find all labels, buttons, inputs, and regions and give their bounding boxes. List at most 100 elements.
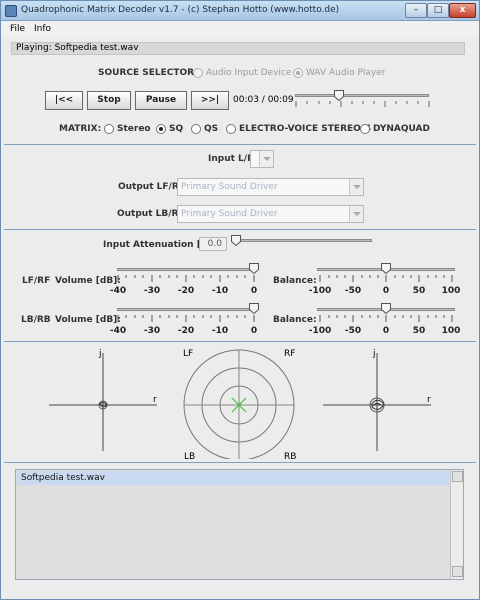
lf-rf-volume-track[interactable]	[117, 268, 257, 271]
vol-scale-label: -40	[109, 326, 127, 336]
right-scope-j-label: j	[373, 349, 376, 359]
menu-bar: File Info	[1, 21, 479, 38]
input-attenuation-thumb[interactable]	[231, 235, 241, 246]
radio-audio-input[interactable]	[193, 68, 203, 78]
scope-rf-label: RF	[284, 349, 296, 359]
chevron-down-icon	[259, 151, 273, 167]
lf-rf-balance-label: Balance:	[273, 276, 317, 286]
lb-rb-volume-ticks	[117, 315, 255, 322]
bal-scale-label: 100	[441, 286, 461, 296]
pause-button[interactable]: Pause	[135, 91, 187, 110]
right-scope-r-label: r	[427, 395, 431, 405]
stop-button[interactable]: Stop	[87, 91, 131, 110]
input-attenuation-field[interactable]: 0.0	[199, 237, 227, 251]
scope-lf-label: LF	[183, 349, 194, 359]
electro-voice-label: ELECTRO-VOICE STEREO-4	[239, 124, 371, 134]
now-playing-label: Playing: Softpedia test.wav	[11, 42, 465, 55]
left-scope-r-label: r	[153, 395, 157, 405]
vol-scale-label: -30	[143, 286, 161, 296]
lf-rf-volume-label: Volume [dB]:	[55, 276, 121, 286]
radio-electro-voice[interactable]	[226, 124, 236, 134]
chevron-down-icon	[349, 179, 363, 195]
next-button[interactable]: >>|	[191, 91, 229, 110]
app-window: Quadrophonic Matrix Decoder v1.7 - (c) S…	[0, 0, 480, 600]
chevron-down-icon	[349, 206, 363, 222]
left-scope-j-label: j	[99, 349, 102, 359]
lf-rf-volume-ticks	[117, 275, 255, 282]
audio-input-label: Audio Input Device	[206, 68, 292, 78]
lb-rb-label: LB/RB	[21, 315, 51, 325]
stereo-label: Stereo	[117, 124, 151, 134]
playlist-scrollbar[interactable]	[450, 470, 463, 579]
radio-qs[interactable]	[191, 124, 201, 134]
scope-lb-label: LB	[184, 452, 196, 462]
output-lf-rf-value: Primary Sound Driver	[181, 182, 278, 192]
section-divider	[4, 462, 476, 463]
playlist[interactable]: Softpedia test.wav	[15, 469, 464, 580]
lf-rf-volume-thumb[interactable]	[249, 263, 259, 274]
bal-scale-label: 0	[382, 286, 390, 296]
dynaquad-label: DYNAQUAD	[373, 124, 430, 134]
bal-scale-label: -100	[308, 326, 332, 336]
radio-dynaquad[interactable]	[360, 124, 370, 134]
section-divider	[4, 144, 476, 145]
section-divider	[4, 229, 476, 230]
lb-rb-balance-ticks	[319, 315, 453, 322]
lb-rb-volume-track[interactable]	[117, 308, 257, 311]
bal-scale-label: 50	[412, 326, 426, 336]
sq-label: SQ	[169, 124, 184, 134]
menu-file[interactable]: File	[10, 24, 25, 34]
output-lb-rb-combo[interactable]: Primary Sound Driver	[177, 205, 364, 223]
minimize-button[interactable]: –	[405, 3, 427, 18]
radio-stereo[interactable]	[104, 124, 114, 134]
window-title: Quadrophonic Matrix Decoder v1.7 - (c) S…	[21, 5, 340, 15]
position-slider-thumb[interactable]	[334, 90, 344, 101]
vol-scale-label: -10	[211, 286, 229, 296]
vol-scale-label: 0	[250, 326, 258, 336]
close-button[interactable]: x	[449, 3, 476, 18]
vol-scale-label: 0	[250, 286, 258, 296]
vol-scale-label: -20	[177, 326, 195, 336]
bal-scale-label: 0	[382, 326, 390, 336]
vol-scale-label: -30	[143, 326, 161, 336]
left-phase-scope	[49, 353, 157, 451]
bal-scale-label: -100	[308, 286, 332, 296]
bal-scale-label: 50	[412, 286, 426, 296]
lf-rf-balance-thumb[interactable]	[381, 263, 391, 274]
title-bar: Quadrophonic Matrix Decoder v1.7 - (c) S…	[1, 1, 479, 21]
menu-info[interactable]: Info	[34, 24, 51, 34]
lf-rf-label: LF/RF	[22, 276, 51, 286]
playlist-item[interactable]: Softpedia test.wav	[17, 471, 449, 485]
radio-sq[interactable]	[156, 124, 166, 134]
maximize-button[interactable]: □	[427, 3, 449, 18]
scroll-down-icon[interactable]	[452, 566, 463, 577]
bal-scale-label: 100	[441, 326, 461, 336]
input-attenuation-track[interactable]	[232, 239, 372, 242]
lb-rb-volume-label: Volume [dB]:	[55, 315, 121, 325]
source-selector-label: SOURCE SELECTOR:	[98, 68, 198, 78]
qs-label: QS	[204, 124, 219, 134]
radio-wav-player[interactable]	[293, 68, 303, 78]
app-icon	[5, 5, 17, 17]
lb-rb-balance-label: Balance:	[273, 315, 317, 325]
time-display: 00:03 / 00:09	[233, 95, 294, 105]
previous-button[interactable]: |<<	[45, 91, 83, 110]
position-slider-track[interactable]	[295, 94, 429, 97]
vol-scale-label: -40	[109, 286, 127, 296]
scope-rb-label: RB	[284, 452, 297, 462]
lf-rf-balance-ticks	[319, 275, 453, 282]
scroll-up-icon[interactable]	[452, 471, 463, 482]
bal-scale-label: -50	[344, 326, 362, 336]
section-divider	[4, 341, 476, 342]
output-lb-rb-value: Primary Sound Driver	[181, 209, 278, 219]
right-phase-scope	[323, 353, 431, 451]
position-slider-ticks	[295, 101, 430, 107]
wav-player-label: WAV Audio Player	[306, 68, 386, 78]
quad-surround-scope	[183, 349, 295, 459]
lb-rb-balance-thumb[interactable]	[381, 303, 391, 314]
output-lf-rf-combo[interactable]: Primary Sound Driver	[177, 178, 364, 196]
lb-rb-volume-thumb[interactable]	[249, 303, 259, 314]
vol-scale-label: -20	[177, 286, 195, 296]
input-lr-combo[interactable]	[250, 150, 274, 168]
bal-scale-label: -50	[344, 286, 362, 296]
